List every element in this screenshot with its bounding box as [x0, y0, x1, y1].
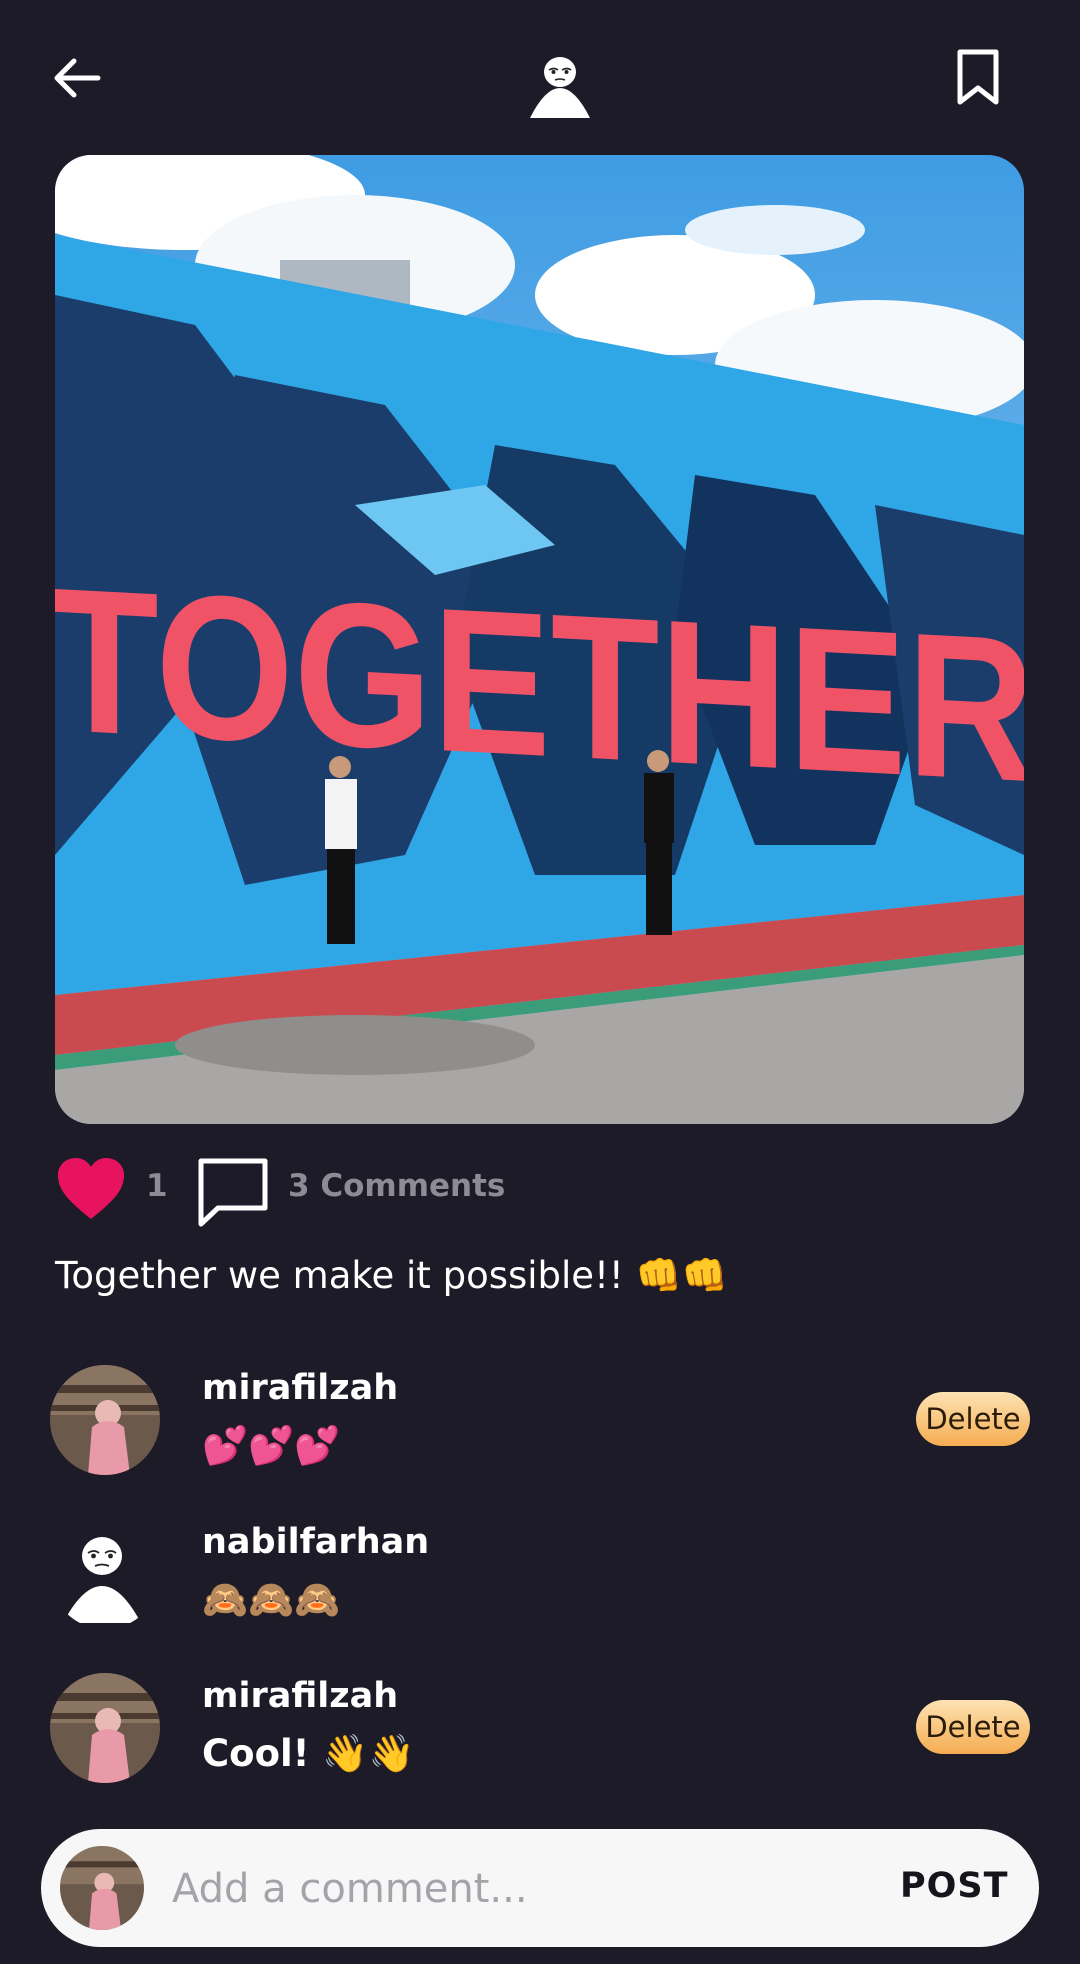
photo-avatar-icon: [50, 1673, 160, 1783]
photo-avatar-icon: [50, 1365, 160, 1475]
comment-text: 🙈🙈🙈: [202, 1578, 341, 1621]
comments-button[interactable]: [196, 1156, 270, 1228]
post-image[interactable]: TOGETHER: [55, 155, 1024, 1124]
default-user-avatar-icon: [50, 1519, 160, 1629]
bookmark-button[interactable]: [948, 46, 1008, 110]
photo-avatar-icon: [60, 1846, 144, 1930]
like-button[interactable]: [56, 1157, 126, 1221]
mural-photo: TOGETHER: [55, 155, 1024, 1124]
back-button[interactable]: [48, 48, 108, 108]
bookmark-icon: [957, 49, 999, 105]
like-count: 1: [146, 1168, 168, 1204]
default-user-avatar-icon: [530, 57, 590, 118]
header-avatar[interactable]: [522, 48, 598, 124]
current-user-avatar: [60, 1846, 144, 1930]
post-caption: Together we make it possible!! 👊👊: [55, 1254, 728, 1297]
post-comment-button[interactable]: POST: [900, 1866, 1009, 1906]
comment-avatar[interactable]: [50, 1519, 160, 1629]
comment-text: 💕💕💕: [202, 1424, 341, 1467]
comment-text: Cool! 👋👋: [202, 1732, 415, 1775]
comment-username[interactable]: nabilfarhan: [202, 1522, 429, 1562]
arrow-left-icon: [54, 58, 101, 98]
comment-username[interactable]: mirafilzah: [202, 1368, 398, 1408]
delete-comment-button[interactable]: Delete: [916, 1392, 1030, 1446]
comment-avatar[interactable]: [50, 1673, 160, 1783]
comment-username[interactable]: mirafilzah: [202, 1676, 398, 1716]
comments-count[interactable]: 3 Comments: [288, 1168, 505, 1204]
heart-icon: [58, 1158, 124, 1219]
delete-comment-button[interactable]: Delete: [916, 1700, 1030, 1754]
comment-avatar[interactable]: [50, 1365, 160, 1475]
comment-bubble-icon: [198, 1158, 268, 1227]
comment-input[interactable]: [170, 1852, 874, 1926]
